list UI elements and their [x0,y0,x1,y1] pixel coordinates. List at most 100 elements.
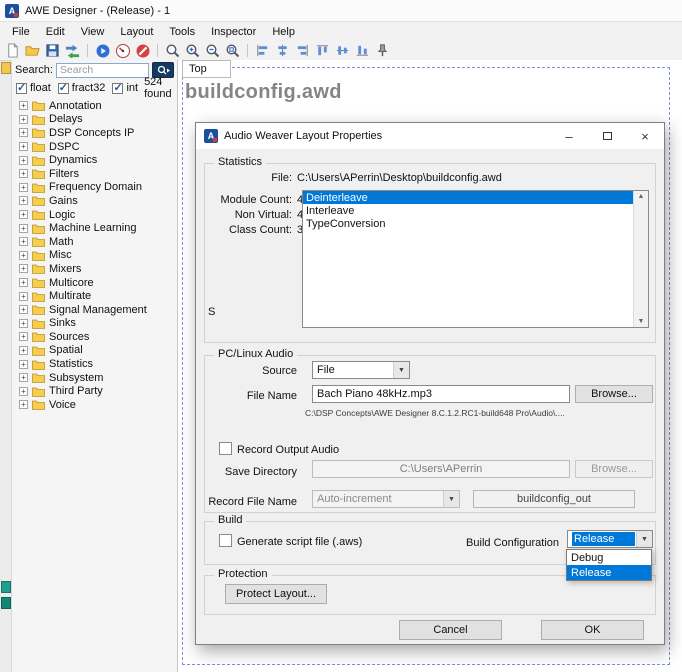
chevron-down-icon[interactable]: ▼ [636,531,652,547]
expand-plus-icon[interactable]: + [19,101,28,110]
new-icon[interactable] [4,42,21,59]
tree-item[interactable]: + Dynamics [12,153,177,167]
record-file-field[interactable]: buildconfig_out [473,490,635,508]
expand-plus-icon[interactable]: + [19,237,28,246]
zoom-in-icon[interactable] [184,42,201,59]
save-icon[interactable] [44,42,61,59]
expand-plus-icon[interactable]: + [19,360,28,369]
expand-plus-icon[interactable]: + [19,278,28,287]
tree-item[interactable]: + Statistics [12,357,177,371]
expand-plus-icon[interactable]: + [19,156,28,165]
source-select[interactable]: File ▼ [312,361,410,379]
tree-item[interactable]: + Mixers [12,262,177,276]
menu-item[interactable]: Tools [161,24,203,40]
expand-plus-icon[interactable]: + [19,400,28,409]
expand-plus-icon[interactable]: + [19,292,28,301]
type-filter-checkbox[interactable]: fract32 [58,82,106,94]
tree-item[interactable]: + Multicore [12,276,177,290]
generate-script-checkbox[interactable] [219,534,232,547]
tree-item[interactable]: + Spatial [12,344,177,358]
pin-icon[interactable] [374,42,391,59]
chevron-down-icon[interactable]: ▼ [393,362,409,378]
align-middle-icon[interactable] [334,42,351,59]
tree-item[interactable]: + Multirate [12,289,177,303]
tree-item[interactable]: + DSPC [12,140,177,154]
record-output-checkbox[interactable] [219,442,232,455]
profile-icon[interactable] [114,42,131,59]
tree-item[interactable]: + Math [12,235,177,249]
zoom-out-icon[interactable] [204,42,221,59]
open-folder-icon[interactable] [24,42,41,59]
build-config-select[interactable]: Release ▼ [567,530,653,548]
menu-item[interactable]: View [73,24,113,40]
cancel-button[interactable]: Cancel [399,620,502,640]
scroll-down-icon[interactable]: ▼ [634,318,648,325]
align-right-icon[interactable] [294,42,311,59]
module-class-item[interactable]: TypeConversion [303,217,633,230]
browse-button[interactable]: Browse... [575,385,653,403]
tree-item[interactable]: + Annotation [12,99,177,113]
ok-button[interactable]: OK [541,620,644,640]
tree-item[interactable]: + Third Party [12,384,177,398]
expand-plus-icon[interactable]: + [19,224,28,233]
expand-plus-icon[interactable]: + [19,142,28,151]
dock-tab-icon-top[interactable] [1,62,11,74]
expand-plus-icon[interactable]: + [19,251,28,260]
tree-item[interactable]: + Sinks [12,317,177,331]
tree-item[interactable]: + Voice [12,398,177,412]
minimize-icon[interactable]: – [550,123,588,149]
transfer-icon[interactable] [64,42,81,59]
expand-plus-icon[interactable]: + [19,346,28,355]
expand-plus-icon[interactable]: + [19,373,28,382]
expand-plus-icon[interactable]: + [19,319,28,328]
expand-plus-icon[interactable]: + [19,128,28,137]
file-name-input[interactable]: Bach Piano 48kHz.mp3 [312,385,570,403]
search-input[interactable] [56,63,149,78]
tree-item[interactable]: + Filters [12,167,177,181]
module-class-item[interactable]: Interleave [303,204,633,217]
dialog-title-bar[interactable]: A Audio Weaver Layout Properties – × [196,123,664,149]
tree-item[interactable]: + Sources [12,330,177,344]
list-scrollbar[interactable]: ▲ ▼ [633,191,648,327]
tree-item[interactable]: + Delays [12,113,177,127]
tree-item[interactable]: + Signal Management [12,303,177,317]
tree-item[interactable]: + DSP Concepts IP [12,126,177,140]
dropdown-option[interactable]: Release [567,565,651,580]
tree-item[interactable]: + Misc [12,249,177,263]
menu-item[interactable]: Edit [38,24,73,40]
align-center-icon[interactable] [274,42,291,59]
dropdown-option[interactable]: Debug [567,550,651,565]
dock-tab-icon-bottom-2[interactable] [1,597,11,609]
dock-tab-icon-bottom-1[interactable] [1,581,11,593]
tree-item[interactable]: + Machine Learning [12,221,177,235]
align-left-icon[interactable] [254,42,271,59]
menu-item[interactable]: Layout [112,24,161,40]
tree-item[interactable]: + Gains [12,194,177,208]
tab-top[interactable]: Top [182,60,231,78]
expand-plus-icon[interactable]: + [19,210,28,219]
zoom-fit-icon[interactable] [224,42,241,59]
expand-plus-icon[interactable]: + [19,196,28,205]
record-mode-select[interactable]: Auto-increment ▼ [312,490,460,508]
run-icon[interactable] [94,42,111,59]
expand-plus-icon[interactable]: + [19,115,28,124]
no-entry-icon[interactable] [134,42,151,59]
scroll-up-icon[interactable]: ▲ [634,193,648,200]
align-top-icon[interactable] [314,42,331,59]
module-class-list[interactable]: DeinterleaveInterleaveTypeConversion ▲ ▼ [302,190,649,328]
module-class-item[interactable]: Deinterleave [303,191,633,204]
close-icon[interactable]: × [626,123,664,149]
expand-plus-icon[interactable]: + [19,169,28,178]
menu-item[interactable]: Inspector [203,24,264,40]
menu-item[interactable]: File [4,24,38,40]
tree-item[interactable]: + Logic [12,208,177,222]
expand-plus-icon[interactable]: + [19,332,28,341]
tree-item[interactable]: + Subsystem [12,371,177,385]
zoom-icon[interactable] [164,42,181,59]
tree-item[interactable]: + Frequency Domain [12,181,177,195]
protect-layout-button[interactable]: Protect Layout... [225,584,327,604]
expand-plus-icon[interactable]: + [19,387,28,396]
save-browse-button[interactable]: Browse... [575,460,653,478]
menu-item[interactable]: Help [264,24,303,40]
expand-plus-icon[interactable]: + [19,264,28,273]
